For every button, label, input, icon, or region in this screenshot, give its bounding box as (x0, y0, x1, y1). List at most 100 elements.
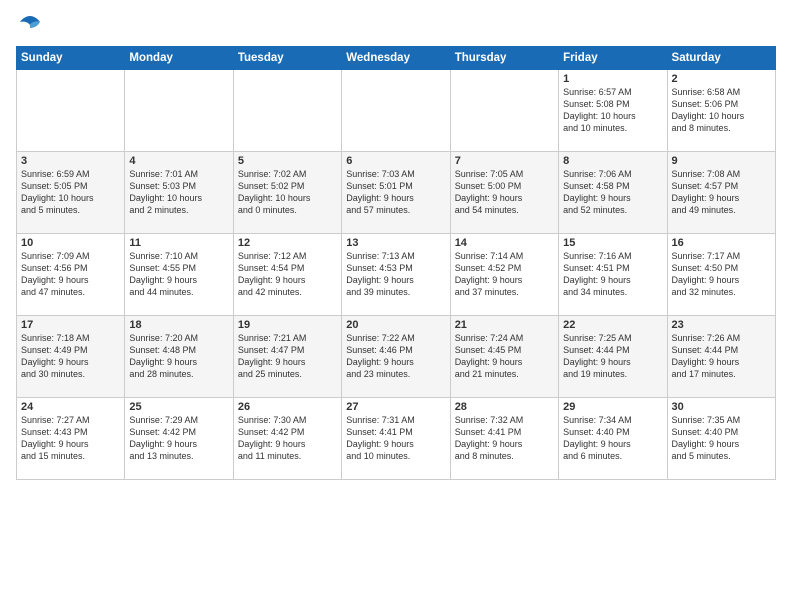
weekday-header-tuesday: Tuesday (233, 47, 341, 70)
weekday-header-row: SundayMondayTuesdayWednesdayThursdayFrid… (17, 47, 776, 70)
day-info: Sunrise: 7:12 AM Sunset: 4:54 PM Dayligh… (238, 250, 337, 299)
day-number: 20 (346, 319, 445, 331)
logo-icon (16, 12, 44, 40)
calendar-cell: 4Sunrise: 7:01 AM Sunset: 5:03 PM Daylig… (125, 152, 233, 234)
day-number: 3 (21, 155, 120, 167)
day-info: Sunrise: 7:16 AM Sunset: 4:51 PM Dayligh… (563, 250, 662, 299)
day-number: 17 (21, 319, 120, 331)
weekday-header-monday: Monday (125, 47, 233, 70)
weekday-header-wednesday: Wednesday (342, 47, 450, 70)
calendar-cell: 21Sunrise: 7:24 AM Sunset: 4:45 PM Dayli… (450, 316, 558, 398)
day-number: 12 (238, 237, 337, 249)
calendar-cell: 27Sunrise: 7:31 AM Sunset: 4:41 PM Dayli… (342, 398, 450, 480)
calendar-table: SundayMondayTuesdayWednesdayThursdayFrid… (16, 46, 776, 480)
calendar-cell: 19Sunrise: 7:21 AM Sunset: 4:47 PM Dayli… (233, 316, 341, 398)
day-info: Sunrise: 7:10 AM Sunset: 4:55 PM Dayligh… (129, 250, 228, 299)
calendar-cell: 16Sunrise: 7:17 AM Sunset: 4:50 PM Dayli… (667, 234, 775, 316)
calendar-week-5: 24Sunrise: 7:27 AM Sunset: 4:43 PM Dayli… (17, 398, 776, 480)
calendar-cell (17, 70, 125, 152)
day-info: Sunrise: 7:25 AM Sunset: 4:44 PM Dayligh… (563, 332, 662, 381)
day-info: Sunrise: 7:35 AM Sunset: 4:40 PM Dayligh… (672, 414, 771, 463)
day-info: Sunrise: 6:59 AM Sunset: 5:05 PM Dayligh… (21, 168, 120, 217)
day-info: Sunrise: 7:31 AM Sunset: 4:41 PM Dayligh… (346, 414, 445, 463)
day-number: 18 (129, 319, 228, 331)
day-info: Sunrise: 7:21 AM Sunset: 4:47 PM Dayligh… (238, 332, 337, 381)
day-info: Sunrise: 7:09 AM Sunset: 4:56 PM Dayligh… (21, 250, 120, 299)
day-info: Sunrise: 7:18 AM Sunset: 4:49 PM Dayligh… (21, 332, 120, 381)
calendar-cell: 3Sunrise: 6:59 AM Sunset: 5:05 PM Daylig… (17, 152, 125, 234)
calendar-cell: 20Sunrise: 7:22 AM Sunset: 4:46 PM Dayli… (342, 316, 450, 398)
calendar-cell: 7Sunrise: 7:05 AM Sunset: 5:00 PM Daylig… (450, 152, 558, 234)
day-number: 7 (455, 155, 554, 167)
day-info: Sunrise: 7:06 AM Sunset: 4:58 PM Dayligh… (563, 168, 662, 217)
calendar-cell: 18Sunrise: 7:20 AM Sunset: 4:48 PM Dayli… (125, 316, 233, 398)
day-info: Sunrise: 7:20 AM Sunset: 4:48 PM Dayligh… (129, 332, 228, 381)
day-number: 11 (129, 237, 228, 249)
day-number: 19 (238, 319, 337, 331)
calendar-cell: 11Sunrise: 7:10 AM Sunset: 4:55 PM Dayli… (125, 234, 233, 316)
calendar-cell: 28Sunrise: 7:32 AM Sunset: 4:41 PM Dayli… (450, 398, 558, 480)
day-number: 28 (455, 401, 554, 413)
calendar-week-2: 3Sunrise: 6:59 AM Sunset: 5:05 PM Daylig… (17, 152, 776, 234)
day-number: 10 (21, 237, 120, 249)
calendar-cell: 12Sunrise: 7:12 AM Sunset: 4:54 PM Dayli… (233, 234, 341, 316)
calendar-cell: 30Sunrise: 7:35 AM Sunset: 4:40 PM Dayli… (667, 398, 775, 480)
day-number: 14 (455, 237, 554, 249)
calendar-cell: 17Sunrise: 7:18 AM Sunset: 4:49 PM Dayli… (17, 316, 125, 398)
day-info: Sunrise: 7:34 AM Sunset: 4:40 PM Dayligh… (563, 414, 662, 463)
logo (16, 12, 48, 40)
day-number: 5 (238, 155, 337, 167)
day-info: Sunrise: 7:24 AM Sunset: 4:45 PM Dayligh… (455, 332, 554, 381)
day-info: Sunrise: 7:02 AM Sunset: 5:02 PM Dayligh… (238, 168, 337, 217)
day-info: Sunrise: 7:13 AM Sunset: 4:53 PM Dayligh… (346, 250, 445, 299)
day-number: 26 (238, 401, 337, 413)
calendar-cell: 10Sunrise: 7:09 AM Sunset: 4:56 PM Dayli… (17, 234, 125, 316)
calendar-cell (342, 70, 450, 152)
day-number: 13 (346, 237, 445, 249)
weekday-header-sunday: Sunday (17, 47, 125, 70)
calendar-cell: 15Sunrise: 7:16 AM Sunset: 4:51 PM Dayli… (559, 234, 667, 316)
calendar-cell: 23Sunrise: 7:26 AM Sunset: 4:44 PM Dayli… (667, 316, 775, 398)
day-info: Sunrise: 7:29 AM Sunset: 4:42 PM Dayligh… (129, 414, 228, 463)
day-info: Sunrise: 7:32 AM Sunset: 4:41 PM Dayligh… (455, 414, 554, 463)
calendar-cell (450, 70, 558, 152)
calendar-cell: 13Sunrise: 7:13 AM Sunset: 4:53 PM Dayli… (342, 234, 450, 316)
day-info: Sunrise: 7:26 AM Sunset: 4:44 PM Dayligh… (672, 332, 771, 381)
day-number: 21 (455, 319, 554, 331)
day-info: Sunrise: 7:22 AM Sunset: 4:46 PM Dayligh… (346, 332, 445, 381)
calendar-week-3: 10Sunrise: 7:09 AM Sunset: 4:56 PM Dayli… (17, 234, 776, 316)
day-number: 6 (346, 155, 445, 167)
calendar-week-4: 17Sunrise: 7:18 AM Sunset: 4:49 PM Dayli… (17, 316, 776, 398)
day-number: 9 (672, 155, 771, 167)
calendar-cell: 26Sunrise: 7:30 AM Sunset: 4:42 PM Dayli… (233, 398, 341, 480)
calendar-cell: 22Sunrise: 7:25 AM Sunset: 4:44 PM Dayli… (559, 316, 667, 398)
day-number: 22 (563, 319, 662, 331)
weekday-header-thursday: Thursday (450, 47, 558, 70)
calendar-cell: 25Sunrise: 7:29 AM Sunset: 4:42 PM Dayli… (125, 398, 233, 480)
calendar-cell: 1Sunrise: 6:57 AM Sunset: 5:08 PM Daylig… (559, 70, 667, 152)
page-container: SundayMondayTuesdayWednesdayThursdayFrid… (0, 0, 792, 488)
calendar-cell: 6Sunrise: 7:03 AM Sunset: 5:01 PM Daylig… (342, 152, 450, 234)
weekday-header-saturday: Saturday (667, 47, 775, 70)
day-info: Sunrise: 6:58 AM Sunset: 5:06 PM Dayligh… (672, 86, 771, 135)
day-info: Sunrise: 7:17 AM Sunset: 4:50 PM Dayligh… (672, 250, 771, 299)
calendar-cell: 9Sunrise: 7:08 AM Sunset: 4:57 PM Daylig… (667, 152, 775, 234)
calendar-cell: 24Sunrise: 7:27 AM Sunset: 4:43 PM Dayli… (17, 398, 125, 480)
calendar-cell: 29Sunrise: 7:34 AM Sunset: 4:40 PM Dayli… (559, 398, 667, 480)
day-number: 23 (672, 319, 771, 331)
day-number: 29 (563, 401, 662, 413)
calendar-cell (233, 70, 341, 152)
weekday-header-friday: Friday (559, 47, 667, 70)
day-number: 15 (563, 237, 662, 249)
calendar-cell: 8Sunrise: 7:06 AM Sunset: 4:58 PM Daylig… (559, 152, 667, 234)
day-info: Sunrise: 7:27 AM Sunset: 4:43 PM Dayligh… (21, 414, 120, 463)
day-info: Sunrise: 7:30 AM Sunset: 4:42 PM Dayligh… (238, 414, 337, 463)
calendar-cell: 5Sunrise: 7:02 AM Sunset: 5:02 PM Daylig… (233, 152, 341, 234)
day-number: 30 (672, 401, 771, 413)
header (16, 12, 776, 40)
day-number: 2 (672, 73, 771, 85)
calendar-cell: 14Sunrise: 7:14 AM Sunset: 4:52 PM Dayli… (450, 234, 558, 316)
day-info: Sunrise: 7:05 AM Sunset: 5:00 PM Dayligh… (455, 168, 554, 217)
day-number: 8 (563, 155, 662, 167)
day-number: 27 (346, 401, 445, 413)
